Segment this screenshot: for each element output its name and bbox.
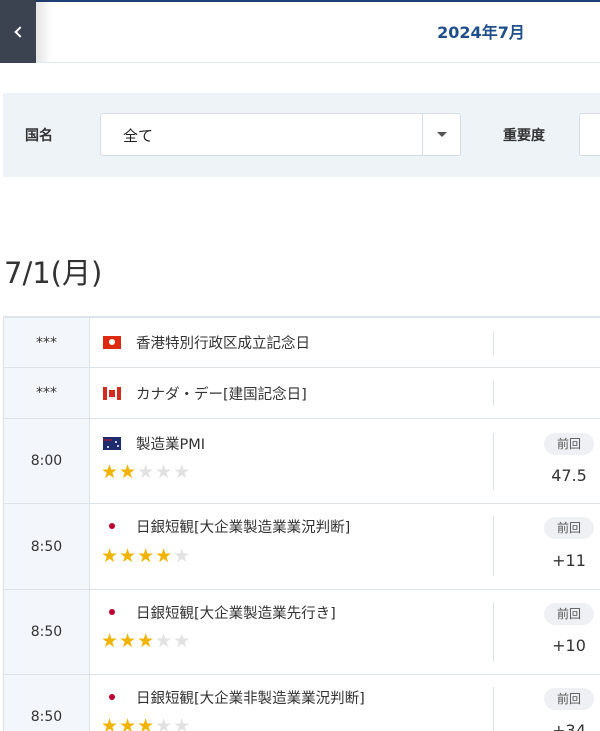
country-filter-label: 国名 <box>25 128 53 144</box>
event-main: 日銀短観[大企業製造業業況判断] ★★★★★ <box>90 504 493 589</box>
cell-divider <box>493 687 494 731</box>
event-row[interactable]: 8:50 日銀短観[大企業製造業業況判断] ★★★★★ 前回 +11 <box>4 504 600 590</box>
star-empty-icon: ★ <box>155 461 174 483</box>
previous-badge: 前回 <box>544 603 594 625</box>
star-empty-icon: ★ <box>173 545 192 567</box>
cell-divider <box>493 381 494 406</box>
event-time: 8:50 <box>4 590 90 674</box>
importance-select[interactable] <box>579 113 600 156</box>
header-divider <box>36 62 600 63</box>
top-bar: 2024年7月 <box>0 0 600 63</box>
filter-bar: 国名 全て 重要度 <box>3 93 600 177</box>
event-time: 8:50 <box>4 504 90 589</box>
star-empty-icon: ★ <box>173 461 192 483</box>
importance-stars: ★★★★★ <box>101 545 191 567</box>
dropdown-arrow[interactable] <box>422 114 460 155</box>
event-main: 製造業PMI ★★★★★ <box>90 419 493 503</box>
cell-divider <box>493 516 494 576</box>
events-table: *** 香港特別行政区成立記念日 *** カナダ・デー[建国記念日] 8:00 … <box>3 316 600 731</box>
event-row[interactable]: *** 香港特別行政区成立記念日 <box>4 318 600 368</box>
cell-divider <box>493 433 494 490</box>
country-select[interactable]: 全て <box>100 113 461 156</box>
date-heading: 7/1(月) <box>4 256 103 290</box>
event-main: 香港特別行政区成立記念日 <box>90 318 493 367</box>
star-filled-icon: ★ <box>101 715 120 731</box>
event-row[interactable]: 8:50 日銀短観[大企業製造業先行き] ★★★★★ 前回 +10 <box>4 590 600 675</box>
star-filled-icon: ★ <box>137 715 156 731</box>
event-name[interactable]: 日銀短観[大企業製造業業況判断] <box>136 516 350 537</box>
event-row[interactable]: 8:50 日銀短観[大企業非製造業業況判断] ★★★★★ 前回 +34 <box>4 675 600 731</box>
star-empty-icon: ★ <box>155 630 174 652</box>
event-time: *** <box>4 368 90 418</box>
event-main: 日銀短観[大企業非製造業業況判断] ★★★★★ <box>90 675 493 731</box>
star-filled-icon: ★ <box>155 545 174 567</box>
importance-stars: ★★★★★ <box>101 630 191 652</box>
star-filled-icon: ★ <box>137 630 156 652</box>
star-empty-icon: ★ <box>155 715 174 731</box>
japan-flag-icon <box>103 691 121 704</box>
previous-value: +10 <box>552 636 586 655</box>
star-filled-icon: ★ <box>119 545 138 567</box>
importance-stars: ★★★★★ <box>101 715 191 731</box>
star-filled-icon: ★ <box>101 461 120 483</box>
country-select-value: 全て <box>123 127 154 145</box>
event-name[interactable]: 日銀短観[大企業製造業先行き] <box>136 602 336 623</box>
star-empty-icon: ★ <box>173 715 192 731</box>
event-time: *** <box>4 318 90 367</box>
japan-flag-icon <box>103 606 121 619</box>
australia-flag-icon <box>103 437 121 450</box>
importance-filter-label: 重要度 <box>503 128 545 144</box>
japan-flag-icon <box>103 520 121 533</box>
previous-value: 47.5 <box>551 466 587 485</box>
event-name[interactable]: 香港特別行政区成立記念日 <box>136 332 310 353</box>
month-title: 2024年7月 <box>437 23 525 42</box>
star-filled-icon: ★ <box>119 461 138 483</box>
event-row[interactable]: 8:00 製造業PMI ★★★★★ 前回 47.5 <box>4 419 600 504</box>
star-filled-icon: ★ <box>137 545 156 567</box>
event-main: 日銀短観[大企業製造業先行き] ★★★★★ <box>90 590 493 674</box>
event-name[interactable]: 製造業PMI <box>136 433 205 454</box>
previous-badge: 前回 <box>544 517 594 539</box>
canada-flag-icon <box>103 387 121 400</box>
event-name[interactable]: 日銀短観[大企業非製造業業況判断] <box>136 687 365 708</box>
event-time: 8:50 <box>4 675 90 731</box>
caret-down-icon <box>436 132 447 137</box>
previous-value: +34 <box>552 721 586 731</box>
star-filled-icon: ★ <box>119 630 138 652</box>
back-button[interactable] <box>0 0 36 63</box>
star-empty-icon: ★ <box>137 461 156 483</box>
cell-divider <box>493 331 494 355</box>
importance-stars: ★★★★★ <box>101 461 191 483</box>
event-row[interactable]: *** カナダ・デー[建国記念日] <box>4 368 600 419</box>
back-button-shadow <box>36 0 52 63</box>
star-filled-icon: ★ <box>101 545 120 567</box>
previous-badge: 前回 <box>544 433 594 455</box>
previous-badge: 前回 <box>544 688 594 710</box>
chevron-left-icon <box>14 25 26 38</box>
star-filled-icon: ★ <box>101 630 120 652</box>
hong-kong-flag-icon <box>103 336 121 349</box>
event-main: カナダ・デー[建国記念日] <box>90 368 493 418</box>
cell-divider <box>493 602 494 662</box>
star-filled-icon: ★ <box>119 715 138 731</box>
star-empty-icon: ★ <box>173 630 192 652</box>
header-accent-line <box>36 0 600 2</box>
event-name[interactable]: カナダ・デー[建国記念日] <box>136 383 307 404</box>
event-time: 8:00 <box>4 419 90 503</box>
previous-value: +11 <box>552 551 586 570</box>
